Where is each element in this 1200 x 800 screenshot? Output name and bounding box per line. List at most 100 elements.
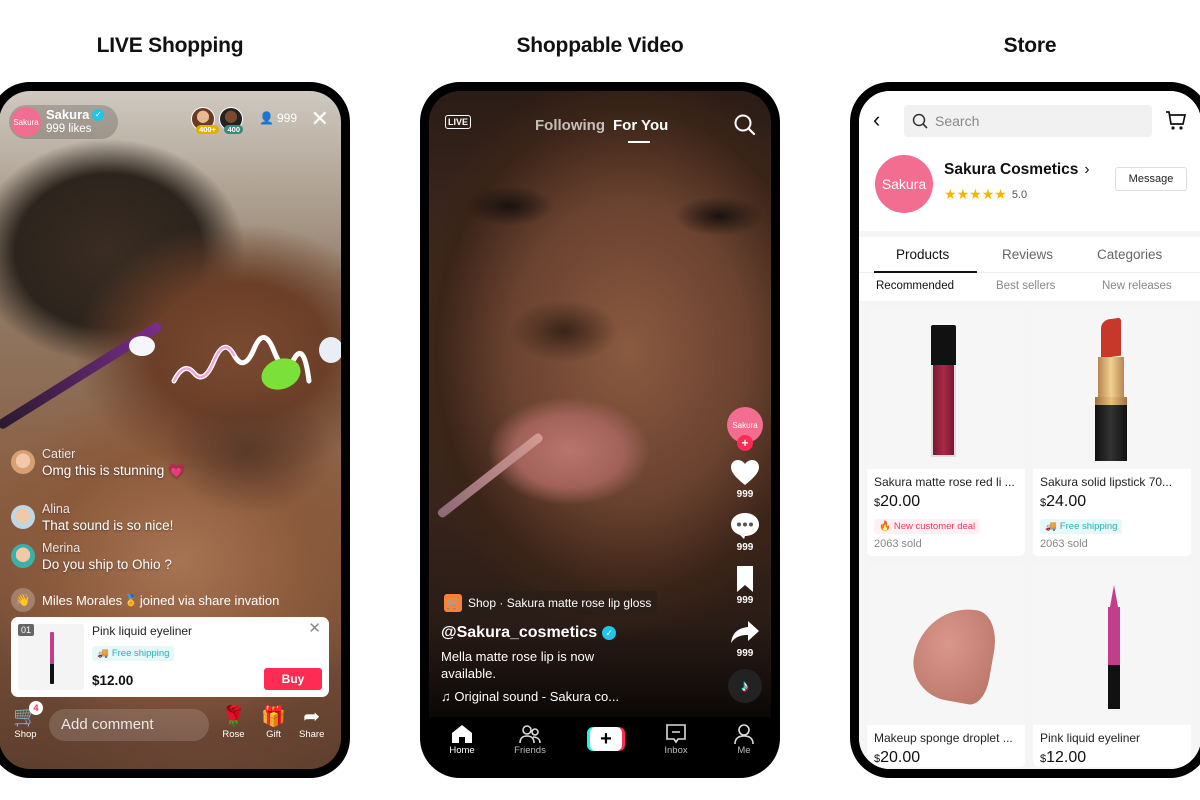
white-nail bbox=[129, 336, 155, 356]
action-rail: Sakura + 999 999 999 999 ♪ bbox=[725, 407, 765, 703]
follow-plus-icon[interactable]: + bbox=[737, 435, 753, 451]
chat-message: Alina That sound is so nice! bbox=[11, 501, 331, 535]
gift-icon: 🎁 bbox=[261, 706, 286, 728]
rose-button[interactable]: 🌹 Rose bbox=[221, 705, 246, 740]
section-title-store: Store bbox=[1003, 34, 1057, 57]
like-button[interactable]: 999 bbox=[730, 459, 760, 500]
back-chevron-icon[interactable]: ‹ bbox=[873, 109, 880, 131]
host-avatar: Sakura bbox=[11, 107, 41, 137]
buy-button[interactable]: Buy bbox=[264, 668, 322, 690]
nav-home-label: Home bbox=[449, 745, 475, 756]
add-comment-input[interactable]: Add comment bbox=[49, 709, 209, 741]
product-card[interactable]: Makeup sponge droplet ... $20.00 bbox=[867, 565, 1025, 767]
close-icon[interactable]: ✕ bbox=[311, 107, 329, 131]
chat-message: Merina Do you ship to Ohio ? bbox=[11, 540, 331, 574]
search-icon bbox=[912, 113, 928, 129]
product-card[interactable]: Sakura solid lipstick 70... $24.00 🚚 Free… bbox=[1033, 309, 1191, 556]
sold-count: 2063 sold bbox=[1040, 538, 1088, 550]
product-name: Sakura solid lipstick 70... bbox=[1040, 475, 1173, 489]
chat-avatar bbox=[11, 544, 35, 568]
share-button[interactable]: 999 bbox=[730, 618, 760, 659]
active-tab-indicator bbox=[628, 141, 650, 143]
inbox-icon bbox=[666, 724, 686, 744]
nav-home[interactable]: Home bbox=[437, 723, 487, 756]
product-price: $12.00 bbox=[1033, 745, 1191, 767]
chat-text: That sound is so nice! bbox=[42, 518, 174, 533]
chevron-right-icon: › bbox=[1084, 161, 1090, 178]
free-shipping-badge: 🚚 Free shipping bbox=[1040, 519, 1123, 534]
tab-for-you[interactable]: For You bbox=[613, 117, 668, 134]
chat-username: Alina bbox=[42, 502, 70, 516]
chat-avatar bbox=[11, 450, 35, 474]
live-bottom-bar: 🛒 4 Shop Add comment 🌹 Rose 🎁 Gift ➦ Sha… bbox=[0, 701, 341, 753]
store-tabs: Products Reviews Categories bbox=[859, 237, 1200, 273]
share-arrow-icon bbox=[731, 621, 759, 643]
filter-best-sellers[interactable]: Best sellers bbox=[996, 280, 1055, 292]
video-sound[interactable]: ♫ Original sound - Sakura co... bbox=[441, 689, 619, 704]
message-button[interactable]: Message bbox=[1115, 167, 1187, 191]
creator-avatar[interactable]: Sakura + bbox=[727, 407, 763, 451]
tab-reviews[interactable]: Reviews bbox=[1002, 247, 1053, 262]
shop-name[interactable]: Sakura Cosmetics › bbox=[944, 161, 1090, 179]
shop-logo: Sakura bbox=[875, 155, 933, 213]
star-icon: ★ bbox=[994, 186, 1007, 202]
create-post-button[interactable]: + bbox=[587, 727, 625, 751]
nav-friends[interactable]: Friends bbox=[505, 723, 555, 756]
gift-label: Gift bbox=[266, 729, 281, 740]
price-value: 20.00 bbox=[880, 749, 921, 766]
chat-text: Do you ship to Ohio ? bbox=[42, 557, 172, 572]
verified-icon: ✓ bbox=[602, 626, 617, 640]
video-description: Mella matte rose lip is now available. bbox=[441, 649, 595, 681]
star-icon: ★ bbox=[956, 186, 970, 202]
top-viewer-badge-2: 400 bbox=[224, 125, 243, 134]
video-header: LIVE Following For You bbox=[429, 113, 771, 153]
shop-product-tag[interactable]: 🛒 Shop · Sakura matte rose lip gloss bbox=[441, 591, 658, 615]
store-phone: ‹ Search Sakura Sakura Cosmetics › ★★★★★ … bbox=[850, 82, 1200, 778]
section-title-live: LIVE Shopping bbox=[96, 34, 244, 57]
live-header: Sakura Sakura ✓ 999 likes 400+ 400 👤 999 ✕ bbox=[9, 105, 331, 139]
rose-icon: 🌹 bbox=[221, 706, 246, 728]
host-profile[interactable]: Sakura Sakura ✓ 999 likes bbox=[9, 105, 119, 139]
search-input[interactable]: Search bbox=[904, 105, 1152, 137]
bookmark-button[interactable]: 999 bbox=[730, 565, 760, 606]
gift-button[interactable]: 🎁 Gift bbox=[261, 705, 286, 740]
price-value: 12.00 bbox=[1046, 749, 1087, 766]
video-author[interactable]: @Sakura_cosmetics ✓ bbox=[441, 624, 617, 642]
nav-me-label: Me bbox=[737, 745, 751, 756]
shop-button[interactable]: 🛒 4 Shop bbox=[13, 701, 43, 740]
product-card[interactable]: Sakura matte rose red li ... $20.00 🔥 New… bbox=[867, 309, 1025, 556]
shop-count-badge: 4 bbox=[29, 701, 43, 715]
bookmark-icon bbox=[737, 566, 753, 592]
product-index: 01 bbox=[18, 624, 35, 636]
eyeliner-image bbox=[50, 632, 54, 684]
comment-button[interactable]: 999 bbox=[730, 512, 760, 553]
search-icon[interactable] bbox=[733, 113, 757, 137]
shop-name-label: Sakura Cosmetics bbox=[944, 161, 1079, 178]
creator-avatar-label: Sakura bbox=[732, 420, 758, 430]
tab-following[interactable]: Following bbox=[535, 117, 605, 134]
product-price: $12.00 bbox=[92, 673, 134, 688]
tab-products[interactable]: Products bbox=[896, 247, 949, 262]
nav-inbox[interactable]: Inbox bbox=[651, 723, 701, 756]
truck-icon: 🚚 bbox=[97, 648, 109, 659]
profile-icon bbox=[734, 724, 754, 745]
close-icon[interactable]: ✕ bbox=[308, 619, 321, 637]
filter-recommended[interactable]: Recommended bbox=[876, 280, 954, 292]
shop-label: Shop bbox=[14, 729, 37, 740]
shop-rating: ★★★★★ 5.0 bbox=[944, 186, 1027, 203]
tab-categories[interactable]: Categories bbox=[1097, 247, 1162, 262]
star-icon: ★ bbox=[944, 186, 957, 202]
product-card[interactable]: Pink liquid eyeliner $12.00 bbox=[1033, 565, 1191, 767]
tiktok-sound-disc-icon[interactable]: ♪ bbox=[728, 669, 762, 703]
nav-me[interactable]: Me bbox=[719, 723, 769, 756]
sold-count: 2063 sold bbox=[874, 538, 922, 550]
share-button[interactable]: ➦ Share bbox=[299, 705, 324, 740]
cart-icon[interactable] bbox=[1165, 109, 1187, 131]
join-text: joined via share invation bbox=[139, 592, 280, 608]
chat-text: Omg this is stunning 💗 bbox=[42, 463, 185, 478]
pinned-product-card[interactable]: 01 Pink liquid eyeliner 🚚 Free shipping $… bbox=[11, 617, 329, 697]
filter-new-releases[interactable]: New releases bbox=[1102, 280, 1172, 292]
free-shipping-label: Free shipping bbox=[111, 648, 170, 659]
live-tv-icon[interactable]: LIVE bbox=[445, 115, 472, 129]
search-placeholder: Search bbox=[935, 113, 980, 129]
